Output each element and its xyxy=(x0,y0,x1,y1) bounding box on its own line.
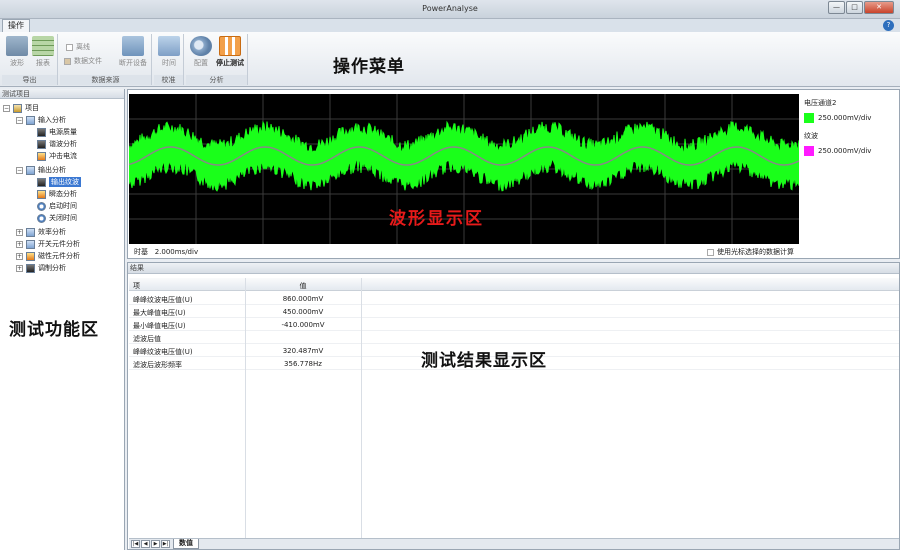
tree-item-switch-component[interactable]: + 开关元件分析 xyxy=(16,238,80,250)
gears-icon xyxy=(190,36,212,56)
power-quality-icon xyxy=(37,127,46,137)
ribbon-tab-row: 操作 ? xyxy=(0,19,900,32)
disconnect-device-icon xyxy=(122,36,144,56)
tree-item-harmonic-analysis[interactable]: 谐波分析 xyxy=(37,138,77,150)
waveform-icon xyxy=(6,36,28,56)
expand-icon[interactable]: + xyxy=(16,228,23,236)
ribbon-group-data-source: 离线 数据文件 断开设备 数据来源 xyxy=(60,34,152,85)
last-page-button[interactable]: ▶| xyxy=(161,540,170,548)
report-export-button[interactable]: 报表 xyxy=(30,36,56,68)
waveform-footer: 时基 2.000ms/div 使用光标选择的数据计算 xyxy=(129,244,899,258)
tab-operation[interactable]: 操作 xyxy=(2,19,30,32)
tree-item-input-analysis[interactable]: − 输入分析 xyxy=(16,114,66,126)
minimize-button[interactable]: — xyxy=(828,1,845,14)
waveform-caption: 波形显示区 xyxy=(389,209,484,229)
color-swatch xyxy=(804,146,814,156)
tab-values[interactable]: 数值 xyxy=(173,539,199,549)
ribbon-group-calibration: 时间 校准 xyxy=(154,34,184,85)
time-calibrate-button[interactable]: 时间 xyxy=(156,36,182,68)
ribbon-caption: 操作菜单 xyxy=(333,57,405,77)
column-header-value[interactable]: 值 xyxy=(245,281,361,291)
collapse-icon[interactable]: − xyxy=(16,166,23,174)
waveform-panel: 波形显示区 电压通道2 250.000mV/div 纹波 250.000mV/d… xyxy=(127,89,900,259)
folder-icon xyxy=(26,165,35,175)
help-icon[interactable]: ? xyxy=(883,20,894,31)
tree-item-magnetic-component[interactable]: + 磁性元件分析 xyxy=(16,250,80,262)
harmonic-icon xyxy=(37,139,46,149)
close-button[interactable]: ✕ xyxy=(864,1,894,14)
left-panel-caption: 测试功能区 xyxy=(9,320,99,340)
folder-icon xyxy=(26,115,35,125)
ribbon-group-analysis: 配置 停止测试 分析 xyxy=(186,34,248,85)
bolt-icon xyxy=(37,151,46,161)
project-icon xyxy=(13,103,22,113)
next-page-button[interactable]: ▶ xyxy=(151,540,160,548)
tree-item-inrush-current[interactable]: 冲击电流 xyxy=(37,150,77,162)
column-divider xyxy=(361,278,362,540)
stop-test-button[interactable]: 停止测试 xyxy=(214,36,246,68)
modulation-icon xyxy=(26,263,35,273)
use-cursor-data-checkbox[interactable]: 使用光标选择的数据计算 xyxy=(707,247,794,257)
color-swatch xyxy=(804,113,814,123)
results-caption: 测试结果显示区 xyxy=(421,351,547,371)
magnetic-component-icon xyxy=(26,251,35,261)
collapse-icon[interactable]: − xyxy=(3,104,10,112)
waveform-export-button[interactable]: 波形 xyxy=(4,36,30,68)
tree-item-power-quality[interactable]: 电源质量 xyxy=(37,126,77,138)
tree-item-project[interactable]: − 项目 xyxy=(3,102,39,114)
checkbox-icon xyxy=(66,43,73,51)
column-divider xyxy=(245,278,246,540)
maximize-button[interactable]: □ xyxy=(846,1,863,14)
ripple-icon xyxy=(37,177,46,187)
disconnect-device-button[interactable]: 断开设备 xyxy=(116,36,150,68)
tree-item-transient-analysis[interactable]: 瞬态分析 xyxy=(37,188,77,200)
first-page-button[interactable]: |◀ xyxy=(131,540,140,548)
data-file-icon xyxy=(64,57,71,65)
tree-item-output-ripple[interactable]: 输出纹波 xyxy=(37,176,81,188)
results-panel: 结果 项 值 峰峰纹波电压值(U) 860.000mV 最大峰值电压(U) 45… xyxy=(127,262,900,550)
pause-icon xyxy=(219,36,241,56)
expand-icon[interactable]: + xyxy=(16,264,23,272)
expand-icon[interactable]: + xyxy=(16,240,23,248)
ribbon-group-export: 波形 报表 导出 xyxy=(2,34,58,85)
results-header: 结果 xyxy=(128,263,899,274)
expand-icon[interactable]: + xyxy=(16,252,23,260)
legend-item-voltage[interactable]: 250.000mV/div xyxy=(804,113,899,123)
tree-item-efficiency-analysis[interactable]: + 效率分析 xyxy=(16,226,66,238)
results-footer: |◀ ◀ ▶ ▶| 数值 xyxy=(129,538,899,549)
collapse-icon[interactable]: − xyxy=(16,116,23,124)
legend-item-ripple[interactable]: 250.000mV/div xyxy=(804,146,899,156)
data-file-button[interactable]: 数据文件 xyxy=(64,56,102,66)
switch-component-icon xyxy=(26,239,35,249)
legend-channel-name: 纹波 xyxy=(804,132,818,140)
tree-item-modulation-analysis[interactable]: + 调制分析 xyxy=(16,262,66,274)
legend-channel-name: 电压通道2 xyxy=(804,99,837,107)
title-bar: PowerAnalyse — □ ✕ xyxy=(0,0,900,19)
offline-checkbox[interactable]: 离线 xyxy=(66,42,90,52)
panel-header: 测试项目 xyxy=(0,89,124,99)
table-icon xyxy=(32,36,54,56)
waveform-legend: 电压通道2 250.000mV/div 纹波 250.000mV/div xyxy=(804,98,899,164)
prev-page-button[interactable]: ◀ xyxy=(141,540,150,548)
oscilloscope-view[interactable]: 波形显示区 xyxy=(129,94,799,244)
tree-item-shutdown-time[interactable]: 关闭时间 xyxy=(37,212,77,224)
transient-icon xyxy=(37,189,46,199)
tree-item-output-analysis[interactable]: − 输出分析 xyxy=(16,164,66,176)
test-items-panel: 测试项目 − 项目 − 输入分析 电源质量 谐波分析 冲击电流 − 输出分析 输… xyxy=(0,89,125,550)
window-title: PowerAnalyse xyxy=(422,4,478,13)
tree-item-startup-time[interactable]: 启动时间 xyxy=(37,200,77,212)
column-header-item[interactable]: 项 xyxy=(133,281,140,291)
clock-icon xyxy=(37,201,46,211)
checkbox-icon xyxy=(707,248,714,256)
config-button[interactable]: 配置 xyxy=(188,36,214,68)
window-controls: — □ ✕ xyxy=(828,1,894,14)
time-calibrate-icon xyxy=(158,36,180,56)
ribbon: 波形 报表 导出 离线 数据文件 断开设备 数据来源 时间 校准 配置 停止测试… xyxy=(0,32,900,87)
timebase-readout: 时基 2.000ms/div xyxy=(134,248,199,256)
efficiency-icon xyxy=(26,227,35,237)
clock-icon xyxy=(37,213,46,223)
